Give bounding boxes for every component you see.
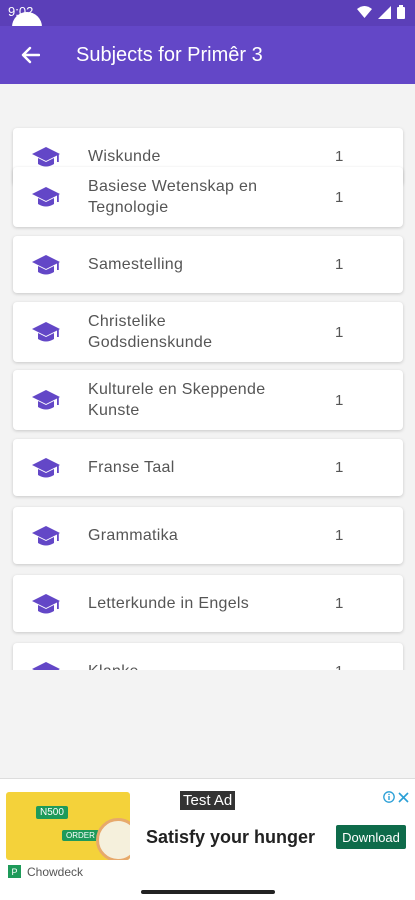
- subject-name: Samestelling: [88, 256, 184, 273]
- subject-name: Christelike Godsdienskunde: [88, 313, 213, 351]
- battery-icon: [397, 5, 405, 19]
- ad-headline[interactable]: Satisfy your hunger: [146, 827, 315, 848]
- test-ad-label: Test Ad: [180, 791, 236, 810]
- page-title: Subjects for Primêr 3: [76, 43, 263, 66]
- subject-count: 1: [335, 323, 344, 341]
- close-icon: [398, 791, 409, 803]
- subject-card[interactable]: Grammatika 1: [13, 507, 403, 564]
- food-plate-icon: [96, 818, 130, 860]
- subject-list[interactable]: Wiskunde 1 Basiese Wetenskap en Tegnolog…: [0, 84, 415, 670]
- graduation-cap-icon: [32, 593, 60, 613]
- advertiser-logo-icon: P: [8, 865, 21, 878]
- subject-name: Grammatika: [88, 527, 179, 544]
- back-button[interactable]: [0, 26, 60, 84]
- subject-name: Letterkunde in Engels: [88, 595, 250, 612]
- subject-name: Wiskunde: [88, 148, 161, 165]
- subject-count: 1: [335, 188, 344, 206]
- app-bar: Subjects for Primêr 3: [0, 26, 415, 84]
- subject-count: 1: [335, 148, 344, 165]
- advertiser-name: Chowdeck: [27, 865, 84, 879]
- subject-name: Klanke: [88, 661, 288, 670]
- graduation-cap-icon: [32, 457, 60, 477]
- subject-card[interactable]: Letterkunde in Engels 1: [13, 575, 403, 632]
- signal-icon: [378, 5, 391, 19]
- subject-card[interactable]: Franse Taal 1: [13, 439, 403, 496]
- status-icons: [357, 5, 405, 19]
- subject-count: 1: [335, 459, 344, 476]
- graduation-cap-icon: [32, 146, 60, 166]
- graduation-cap-icon: [32, 661, 60, 670]
- subject-name: Kulturele en Skeppende Kunste: [88, 381, 266, 419]
- ad-image-price: N500: [36, 806, 68, 819]
- subject-card[interactable]: Klanke 1: [13, 643, 403, 670]
- download-button[interactable]: Download: [336, 825, 406, 849]
- subject-count: 1: [335, 527, 344, 544]
- subject-card[interactable]: Samestelling 1: [13, 236, 403, 293]
- status-bar: 9:02: [0, 0, 415, 42]
- wifi-icon: [357, 5, 372, 18]
- empty-area: [0, 670, 415, 778]
- subject-name: Basiese Wetenskap en Tegnologie: [88, 178, 258, 216]
- graduation-cap-icon: [32, 322, 60, 342]
- subject-name: Franse Taal: [88, 459, 175, 476]
- ad-image-tag: ORDER: [62, 830, 99, 841]
- info-icon: [383, 791, 395, 803]
- subject-card[interactable]: Christelike Godsdienskunde 1: [13, 302, 403, 362]
- ad-choices[interactable]: [383, 791, 409, 803]
- subject-count: 1: [335, 663, 343, 670]
- arrow-back-icon: [21, 46, 40, 64]
- subject-count: 1: [335, 595, 344, 612]
- subject-card[interactable]: Basiese Wetenskap en Tegnologie 1: [13, 167, 403, 227]
- subject-count: 1: [335, 256, 344, 273]
- graduation-cap-icon: [32, 254, 60, 274]
- subject-card[interactable]: Kulturele en Skeppende Kunste 1: [13, 370, 403, 430]
- graduation-cap-icon: [32, 525, 60, 545]
- graduation-cap-icon: [32, 187, 60, 207]
- home-gesture-handle[interactable]: [141, 890, 275, 894]
- graduation-cap-icon: [32, 390, 60, 410]
- ad-image[interactable]: N500 ORDER: [6, 792, 130, 860]
- navigation-bar: [0, 888, 415, 900]
- subject-count: 1: [335, 391, 344, 409]
- ad-banner[interactable]: N500 ORDER Test Ad Satisfy your hunger D…: [0, 778, 415, 888]
